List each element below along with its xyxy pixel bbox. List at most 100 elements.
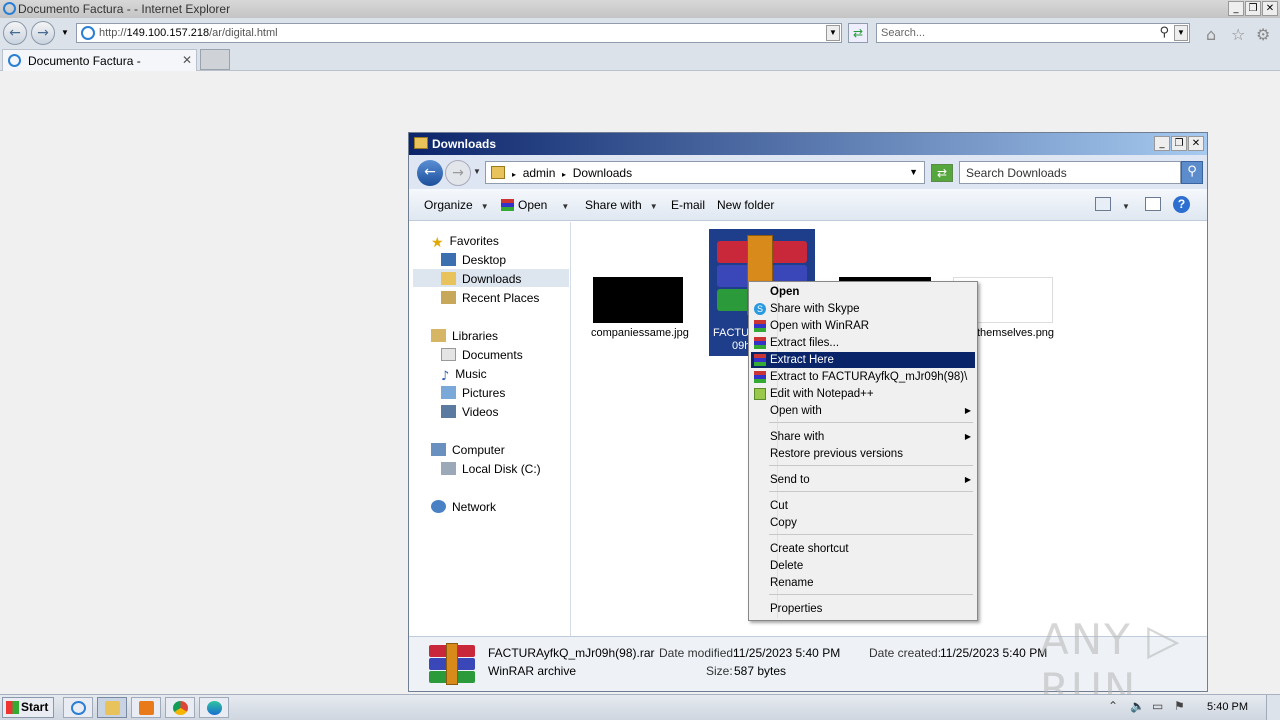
taskbar-ie-button[interactable] <box>63 697 93 718</box>
new-folder-button[interactable]: New folder <box>717 198 774 212</box>
explorer-search-box[interactable]: Search Downloads <box>959 161 1181 184</box>
network-tray-icon[interactable]: ▭ <box>1152 699 1166 713</box>
clock[interactable]: 5:40 PM <box>1207 701 1248 713</box>
view-options-dropdown-icon[interactable]: ▼ <box>1122 198 1130 212</box>
favorites-star-icon[interactable]: ☆ <box>1231 25 1245 44</box>
menu-item-open-with[interactable]: Open with ▶ <box>751 403 975 419</box>
menu-item-edit-with-notepad[interactable]: Edit with Notepad++ <box>751 386 975 402</box>
ie-search-box[interactable]: Search... ⚲ ▼ <box>876 23 1190 43</box>
menu-item-open[interactable]: Open <box>751 284 975 300</box>
file-thumbnail <box>593 277 683 323</box>
sidebar-item-favorites[interactable]: ★ Favorites <box>431 232 499 251</box>
internet-explorer-icon <box>71 701 86 715</box>
action-center-flag-icon[interactable]: ⚑ <box>1174 699 1188 713</box>
explorer-forward-button[interactable]: → <box>445 160 471 186</box>
chrome-icon <box>173 701 188 715</box>
breadcrumb-admin[interactable]: admin <box>523 166 556 180</box>
sidebar-item-music[interactable]: ♪ Music <box>441 365 487 384</box>
ie-forward-button[interactable]: → <box>31 21 55 45</box>
home-icon[interactable]: ⌂ <box>1206 25 1216 44</box>
show-desktop-button[interactable] <box>1266 695 1280 720</box>
menu-item-share-with-skype[interactable]: S Share with Skype <box>751 301 975 317</box>
explorer-refresh-button[interactable]: ⇄ <box>931 164 953 182</box>
menu-item-copy[interactable]: Copy <box>751 515 975 531</box>
sidebar-item-computer[interactable]: Computer <box>431 441 505 459</box>
folder-icon <box>414 137 428 149</box>
taskbar-media-player-button[interactable] <box>131 697 161 718</box>
address-dropdown-icon[interactable]: ▼ <box>826 25 840 41</box>
change-view-icon[interactable] <box>1095 197 1111 211</box>
tab-close-icon[interactable]: ✕ <box>182 53 192 67</box>
submenu-arrow-icon: ▶ <box>964 432 971 441</box>
tools-gear-icon[interactable]: ⚙ <box>1256 25 1270 44</box>
taskbar-explorer-button[interactable] <box>97 697 127 718</box>
menu-item-rename[interactable]: Rename <box>751 575 975 591</box>
explorer-minimize-button[interactable]: _ <box>1154 136 1170 151</box>
ie-history-dropdown-icon[interactable]: ▼ <box>61 28 69 37</box>
menu-item-extract-here[interactable]: Extract Here <box>751 352 975 368</box>
new-tab-button[interactable] <box>200 49 230 70</box>
ie-back-button[interactable]: ← <box>3 21 27 45</box>
taskbar-chrome-button[interactable] <box>165 697 195 718</box>
recent-locations-dropdown-icon[interactable]: ▼ <box>473 167 481 176</box>
ie-title-bar: Documento Factura - - Internet Explorer … <box>0 0 1280 18</box>
breadcrumb-downloads[interactable]: Downloads <box>573 166 632 180</box>
ie-navigation-bar: ← → ▼ http://149.100.157.218/ar/digital.… <box>0 18 1280 48</box>
ie-search-dropdown-icon[interactable]: ▼ <box>1174 25 1188 41</box>
skype-icon: S <box>754 303 766 315</box>
show-hidden-icons-icon[interactable]: ⌃ <box>1108 699 1122 713</box>
sidebar-item-documents[interactable]: Documents <box>441 346 523 364</box>
taskbar-edge-button[interactable] <box>199 697 229 718</box>
downloads-folder-icon <box>491 166 505 179</box>
ie-window-title: Documento Factura - - Internet Explorer <box>18 2 231 16</box>
ie-close-button[interactable]: ✕ <box>1262 1 1278 16</box>
explorer-maximize-button[interactable]: ❐ <box>1171 136 1187 151</box>
share-with-button[interactable]: Share with ▼ <box>585 198 658 212</box>
help-icon[interactable]: ? <box>1173 196 1190 213</box>
tab-documento-factura[interactable]: Documento Factura - ✕ <box>2 49 197 71</box>
sidebar-item-local-disk[interactable]: Local Disk (C:) <box>441 460 541 478</box>
menu-item-open-with-winrar[interactable]: Open with WinRAR <box>751 318 975 334</box>
explorer-navigation-bar: ← → ▼ ▸ admin ▸ Downloads ▼ ⇄ Search Dow… <box>409 155 1207 189</box>
submenu-arrow-icon: ▶ <box>964 475 971 484</box>
notepad-plus-plus-icon <box>754 388 766 400</box>
menu-item-extract-files[interactable]: Extract files... <box>751 335 975 351</box>
ie-address-bar[interactable]: http://149.100.157.218/ar/digital.html ▼ <box>76 23 842 43</box>
explorer-back-button[interactable]: ← <box>417 160 443 186</box>
file-name-themselves[interactable]: themselves.png <box>977 327 1054 339</box>
sidebar-item-desktop[interactable]: Desktop <box>441 251 506 269</box>
explorer-search-icon[interactable]: ⚲ <box>1181 161 1203 184</box>
menu-item-share-with[interactable]: Share with ▶ <box>751 429 975 445</box>
context-menu: Open S Share with Skype Open with WinRAR … <box>748 281 978 621</box>
ie-search-icon[interactable]: ⚲ <box>1159 25 1169 40</box>
menu-item-delete[interactable]: Delete <box>751 558 975 574</box>
sidebar-item-pictures[interactable]: Pictures <box>441 384 505 402</box>
ie-minimize-button[interactable]: _ <box>1228 1 1244 16</box>
menu-item-properties[interactable]: Properties <box>751 601 975 617</box>
menu-item-cut[interactable]: Cut <box>751 498 975 514</box>
menu-item-restore-previous-versions[interactable]: Restore previous versions <box>751 446 975 462</box>
explorer-close-button[interactable]: ✕ <box>1188 136 1204 151</box>
organize-button[interactable]: Organize ▼ <box>424 198 489 212</box>
breadcrumb[interactable]: ▸ admin ▸ Downloads ▼ <box>485 161 925 184</box>
email-button[interactable]: E-mail <box>671 198 705 212</box>
sidebar-item-network[interactable]: Network <box>431 498 496 516</box>
preview-pane-icon[interactable] <box>1145 197 1161 211</box>
open-button[interactable]: Open ▼ <box>501 198 569 212</box>
file-explorer-icon <box>105 701 120 715</box>
ie-maximize-button[interactable]: ❐ <box>1245 1 1261 16</box>
taskbar: Start ⌃ 🔈 ▭ ⚑ 5:40 PM <box>0 694 1280 720</box>
start-button[interactable]: Start <box>2 697 54 718</box>
sidebar-item-videos[interactable]: Videos <box>441 403 498 421</box>
breadcrumb-dropdown-icon[interactable]: ▼ <box>909 167 918 177</box>
ie-refresh-button[interactable]: ⇄ <box>848 23 868 43</box>
menu-item-send-to[interactable]: Send to ▶ <box>751 472 975 488</box>
sidebar-item-libraries[interactable]: Libraries <box>431 327 498 345</box>
volume-icon[interactable]: 🔈 <box>1130 699 1145 713</box>
menu-item-create-shortcut[interactable]: Create shortcut <box>751 541 975 557</box>
menu-item-extract-to-folder[interactable]: Extract to FACTURAyfkQ_mJr09h(98)\ <box>751 369 975 385</box>
sidebar-item-recent-places[interactable]: Recent Places <box>441 289 539 307</box>
sidebar-item-downloads[interactable]: Downloads <box>441 270 521 288</box>
pictures-icon <box>441 386 456 399</box>
file-name: companiessame.jpg <box>591 327 689 339</box>
